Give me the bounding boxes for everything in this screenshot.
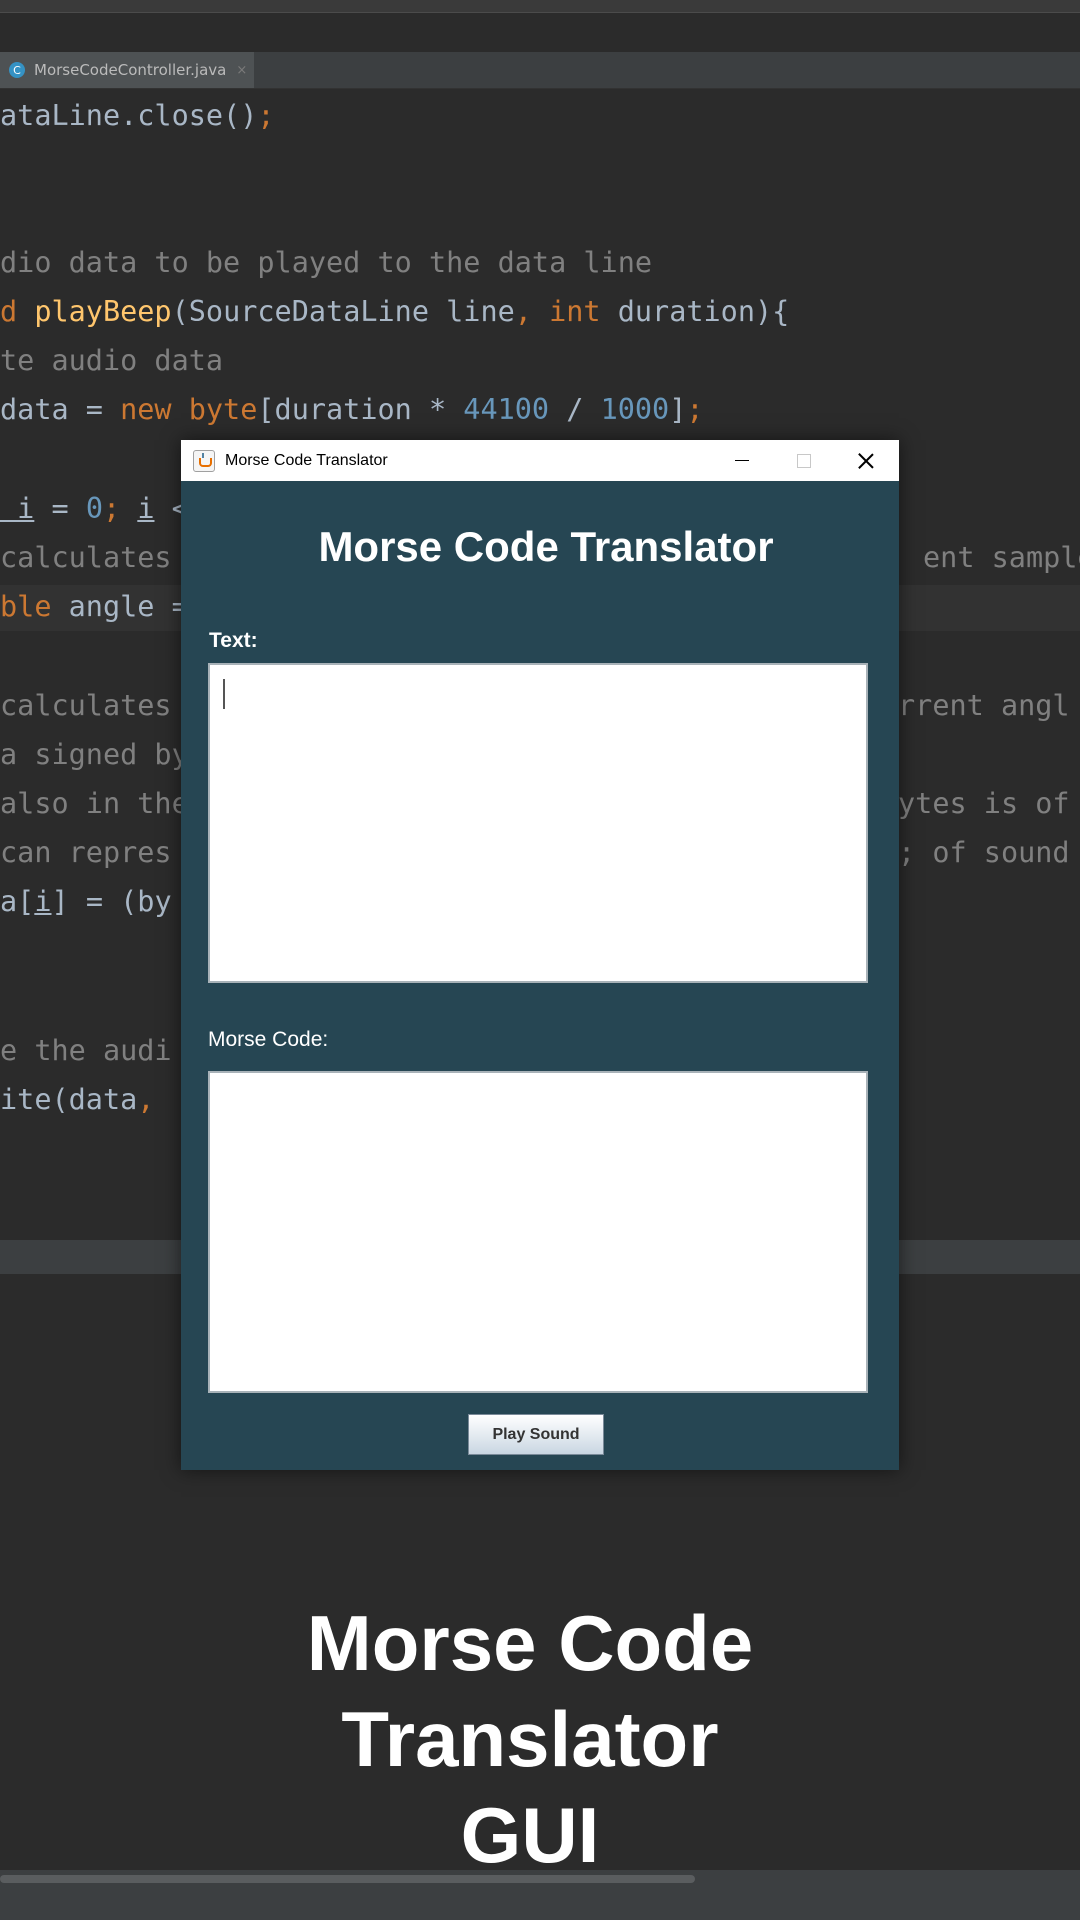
code-token: / <box>549 393 601 426</box>
code-token: new byte <box>120 393 258 426</box>
window-titlebar[interactable]: Morse Code Translator <box>181 440 899 481</box>
code-line: ite(data, <box>0 1080 172 1120</box>
code-token: can repres <box>0 836 172 869</box>
close-button[interactable] <box>836 440 896 481</box>
code-token: ; <box>686 393 704 426</box>
code-token: calculates <box>0 689 172 722</box>
minimize-icon <box>735 460 749 461</box>
window-title: Morse Code Translator <box>225 451 388 469</box>
play-sound-button[interactable]: Play Sound <box>468 1414 604 1455</box>
code-token: e the audi <box>0 1034 172 1067</box>
code-token: duration){ <box>617 295 790 328</box>
text-cursor <box>223 679 225 709</box>
morse-translator-window: Morse Code Translator Morse Code Transla… <box>181 440 899 1470</box>
code-line: calculates <box>0 686 172 726</box>
code-token: also in the <box>0 787 189 820</box>
java-app-icon <box>193 449 215 472</box>
code-token: ; <box>257 99 275 132</box>
code-line-fragment: ; of sound <box>898 836 1070 869</box>
code-token: d <box>0 295 35 328</box>
code-line: dio data to be played to the data line <box>0 243 652 283</box>
app-title: Morse Code Translator <box>318 523 774 570</box>
code-line: ble angle = <box>0 587 189 627</box>
video-caption: Morse Code Translator GUI <box>0 1595 1060 1883</box>
caption-line-2: Translator <box>341 1695 719 1783</box>
code-token: 1000 <box>600 393 670 426</box>
code-token: calculates <box>0 541 172 574</box>
code-line: i = 0; i < <box>0 489 189 529</box>
code-token: [duration * <box>257 393 464 426</box>
code-token: ] <box>669 393 687 426</box>
text-input-area[interactable] <box>208 663 868 983</box>
code-token: 44100 <box>463 393 550 426</box>
caption-line-3: GUI <box>460 1791 600 1879</box>
code-token: a signed by <box>0 738 189 771</box>
code-token: i <box>0 492 35 525</box>
code-line: calculates <box>0 538 172 578</box>
code-line-fragment: ytes is of <box>898 787 1070 820</box>
code-token: , <box>137 1083 172 1116</box>
code-line: ataLine.close(); <box>0 96 275 136</box>
code-line: can repres <box>0 833 172 873</box>
code-token: ite(data <box>0 1083 138 1116</box>
code-line: d playBeep(SourceDataLine line, int dura… <box>0 292 789 332</box>
code-token: te audio data <box>0 344 224 377</box>
code-line-fragment: ent sample <box>923 541 1080 574</box>
maximize-button[interactable] <box>774 440 834 481</box>
code-token: = <box>34 492 86 525</box>
morse-output-area[interactable] <box>208 1071 868 1393</box>
code-token: , int <box>514 295 618 328</box>
code-token: (SourceDataLine line <box>171 295 515 328</box>
code-token: 0 <box>85 492 103 525</box>
code-line: te audio data <box>0 341 223 381</box>
code-token: dio data to be played to the data line <box>0 246 653 279</box>
code-line: data = new byte[duration * 44100 / 1000]… <box>0 390 704 430</box>
code-line: a[i] = (by <box>0 882 172 922</box>
code-line: also in the <box>0 784 189 824</box>
code-token: playBeep <box>34 295 172 328</box>
code-token: ataLine.close() <box>0 99 258 132</box>
code-token: ] = (by <box>51 885 172 918</box>
maximize-icon <box>797 453 811 468</box>
code-line-fragment: rrent angl <box>898 689 1070 722</box>
code-token: a[ <box>0 885 35 918</box>
code-line: a signed by <box>0 735 189 775</box>
code-line: e the audi <box>0 1031 172 1071</box>
code-token: data = <box>0 393 121 426</box>
code-token: i <box>137 492 155 525</box>
code-token: ble <box>0 590 69 623</box>
code-token: i <box>34 885 52 918</box>
caption-line-1: Morse Code <box>306 1599 754 1687</box>
code-token: ; <box>102 492 138 525</box>
minimize-button[interactable] <box>712 440 772 481</box>
morse-code-label: Morse Code: <box>208 1028 329 1051</box>
code-token: angle = <box>68 590 189 623</box>
close-icon <box>858 453 874 469</box>
text-label: Text: <box>209 629 258 652</box>
